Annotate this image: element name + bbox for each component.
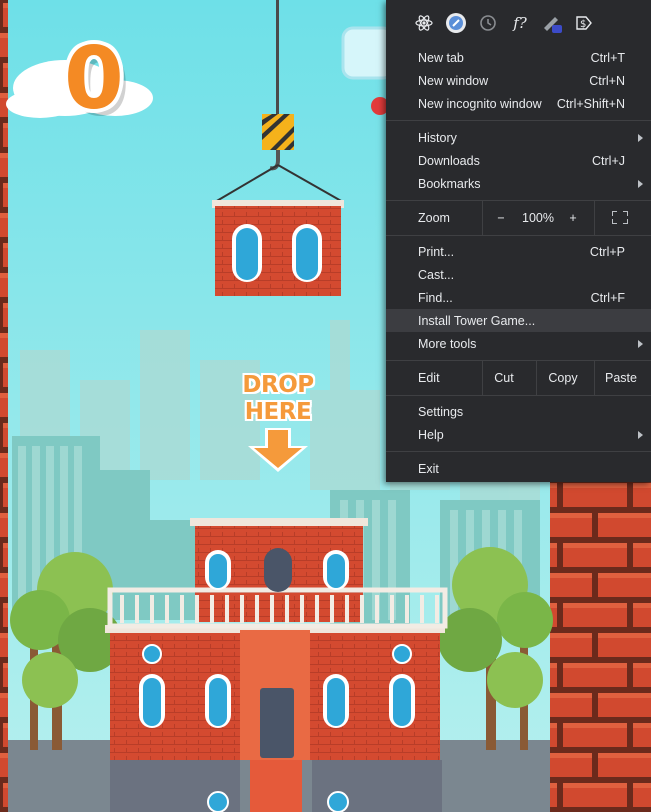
menu-new-incognito-window[interactable]: New incognito window Ctrl+Shift+N xyxy=(386,92,651,115)
drop-here-label: DROP HERE xyxy=(242,372,314,425)
score-counter: 0 xyxy=(64,29,124,129)
circle-extension-icon[interactable] xyxy=(444,11,468,35)
submenu-arrow-icon xyxy=(638,133,643,142)
hanging-block xyxy=(212,200,344,296)
menu-divider xyxy=(386,451,651,452)
zoom-level: 100% xyxy=(522,211,554,225)
menu-install-app[interactable]: Install Tower Game... xyxy=(386,309,651,332)
menu-divider xyxy=(386,235,651,236)
pen-tool-icon[interactable] xyxy=(540,11,564,35)
dollar-extension-icon[interactable]: $ xyxy=(572,11,596,35)
menu-bookmarks[interactable]: Bookmarks xyxy=(386,172,651,195)
menu-downloads[interactable]: Downloads Ctrl+J xyxy=(386,149,651,172)
submenu-arrow-icon xyxy=(638,430,643,439)
menu-settings[interactable]: Settings xyxy=(386,400,651,423)
edit-label: Edit xyxy=(418,371,440,385)
menu-divider xyxy=(386,120,651,121)
submenu-arrow-icon xyxy=(638,339,643,348)
menu-divider xyxy=(386,395,651,396)
menu-help[interactable]: Help xyxy=(386,423,651,446)
copy-button[interactable]: Copy xyxy=(536,371,590,385)
submenu-arrow-icon xyxy=(638,179,643,188)
extensions-row: f? $ xyxy=(386,0,651,46)
menu-find[interactable]: Find... Ctrl+F xyxy=(386,286,651,309)
fullscreen-icon[interactable] xyxy=(612,211,628,224)
menu-print[interactable]: Print... Ctrl+P xyxy=(386,240,651,263)
function-extension-icon[interactable]: f? xyxy=(508,11,532,35)
zoom-out-button[interactable]: − xyxy=(494,211,508,225)
paste-button[interactable]: Paste xyxy=(594,371,648,385)
menu-cast[interactable]: Cast... xyxy=(386,263,651,286)
cut-button[interactable]: Cut xyxy=(482,371,526,385)
svg-text:$: $ xyxy=(580,19,586,30)
react-devtools-icon[interactable] xyxy=(412,11,436,35)
menu-exit[interactable]: Exit xyxy=(386,457,651,480)
crane-rope xyxy=(276,0,279,115)
zoom-in-button[interactable]: + xyxy=(566,211,580,225)
menu-zoom-row: Zoom − 100% + xyxy=(386,201,651,235)
timer-extension-icon[interactable] xyxy=(476,11,500,35)
menu-edit-row: Edit Cut Copy Paste xyxy=(386,361,651,395)
menu-more-tools[interactable]: More tools xyxy=(386,332,651,355)
zoom-label: Zoom xyxy=(418,211,450,225)
menu-history[interactable]: History xyxy=(386,126,651,149)
menu-new-tab[interactable]: New tab Ctrl+T xyxy=(386,46,651,69)
menu-new-window[interactable]: New window Ctrl+N xyxy=(386,69,651,92)
browser-menu: f? $ New tab Ctrl+T New window Ctrl+N New … xyxy=(386,0,651,482)
